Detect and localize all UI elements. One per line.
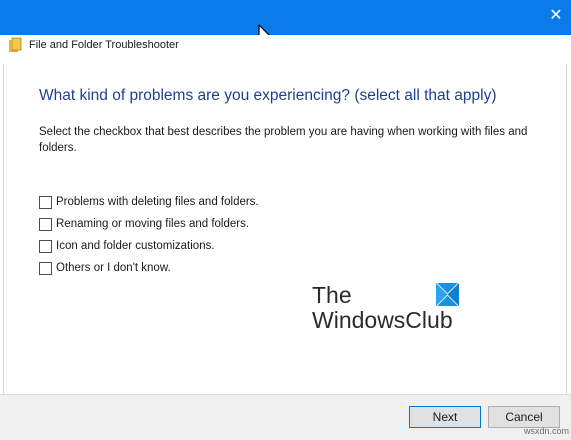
- next-button[interactable]: Next: [409, 406, 481, 428]
- instructions-text: Select the checkbox that best describes …: [39, 126, 528, 154]
- checkbox[interactable]: [39, 195, 52, 209]
- option-renaming-moving[interactable]: Renaming or moving files and folders.: [39, 216, 249, 232]
- option-deleting-files[interactable]: Problems with deleting files and folders…: [39, 194, 259, 210]
- option-others[interactable]: Others or I don't know.: [39, 260, 171, 276]
- option-label: Icon and folder customizations.: [56, 240, 215, 252]
- option-icon-customizations[interactable]: Icon and folder customizations.: [39, 238, 215, 254]
- checkbox[interactable]: [39, 261, 52, 275]
- watermark-line-2: WindowsClub: [312, 307, 453, 333]
- option-label: Renaming or moving files and folders.: [56, 218, 250, 230]
- window-title: File and Folder Troubleshooter: [29, 39, 179, 51]
- checkbox[interactable]: [39, 239, 52, 253]
- cancel-button[interactable]: Cancel: [488, 406, 560, 428]
- checkbox[interactable]: [39, 217, 52, 231]
- folder-icon: [9, 37, 22, 52]
- close-icon[interactable]: ✕: [545, 4, 567, 26]
- site-watermark: wsxdn.com: [524, 426, 570, 436]
- watermark-line-1: The: [312, 282, 352, 308]
- footer-bar: [0, 394, 571, 440]
- option-label: Problems with deleting files and folders…: [56, 196, 259, 208]
- option-label: Others or I don't know.: [56, 262, 171, 274]
- page-title: What kind of problems are you experienci…: [39, 87, 497, 104]
- windows-logo-icon: [436, 283, 459, 306]
